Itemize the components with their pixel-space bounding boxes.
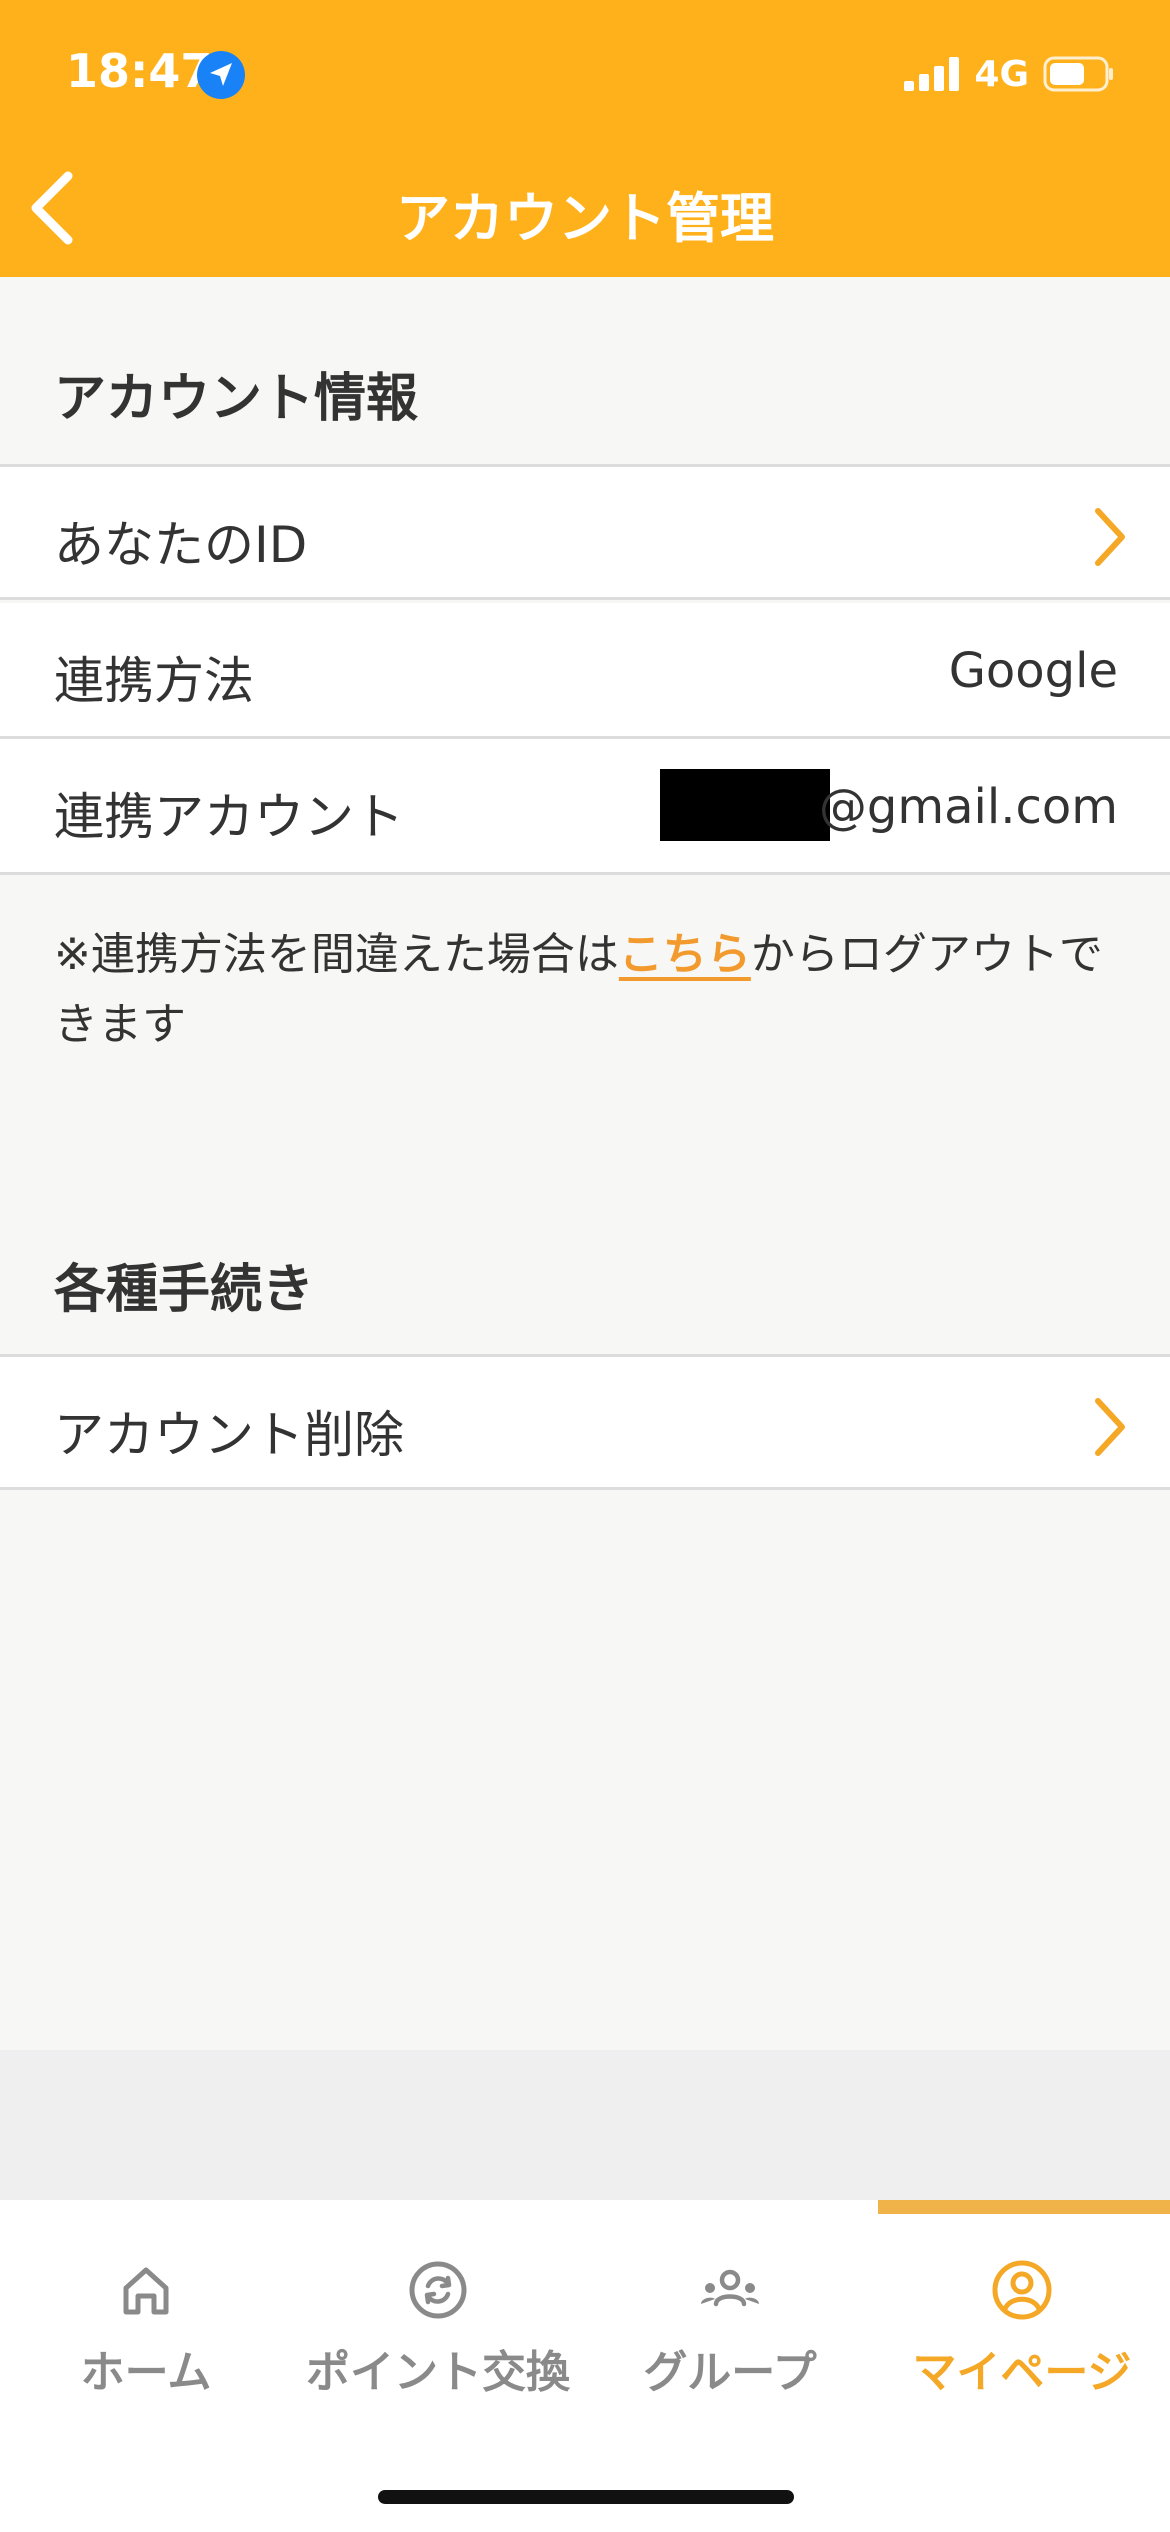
section-title-procedures: 各種手続き <box>54 1260 315 1320</box>
section-title-account-info: アカウント情報 <box>54 369 419 429</box>
row-link-method: 連携方法 Google <box>0 603 1170 739</box>
chevron-right-icon <box>1095 1398 1125 1456</box>
user-icon <box>992 2260 1052 2320</box>
note-text-before: ※連携方法を間違えた場合は <box>54 929 619 980</box>
battery-icon <box>1043 56 1113 92</box>
exchange-icon <box>409 2261 467 2319</box>
row-delete-account[interactable]: アカウント削除 <box>0 1354 1170 1490</box>
row-label: アカウント削除 <box>54 1406 404 1464</box>
tab-point-exchange[interactable]: ポイント交換 <box>292 2258 584 2400</box>
header-bar <box>0 0 1170 277</box>
tab-label: グループ <box>643 2347 817 2398</box>
home-indicator <box>378 2490 794 2504</box>
row-label: 連携方法 <box>54 652 254 710</box>
redacted-block <box>660 769 830 841</box>
status-right: 4G <box>904 52 1115 96</box>
back-chevron-icon[interactable] <box>22 168 82 248</box>
chevron-right-icon <box>1095 508 1125 566</box>
location-arrow-icon <box>197 51 245 99</box>
row-label: あなたのID <box>54 516 308 574</box>
tab-label: マイページ <box>912 2347 1132 2398</box>
logout-link[interactable]: こちら <box>619 929 751 980</box>
network-type: 4G <box>974 53 1029 95</box>
linked-account-value: @gmail.com <box>818 779 1118 835</box>
active-tab-indicator <box>878 2200 1170 2214</box>
link-method-value: Google <box>948 643 1118 699</box>
logout-note: ※連携方法を間違えた場合はこちらからログアウトできます <box>54 920 1134 1060</box>
group-icon <box>701 2269 759 2307</box>
content-footer-band <box>0 2050 1170 2200</box>
row-linked-account: 連携アカウント @gmail.com <box>0 739 1170 875</box>
home-icon <box>123 2267 169 2315</box>
row-your-id[interactable]: あなたのID <box>0 464 1170 600</box>
tab-label: ポイント交換 <box>306 2347 570 2398</box>
row-label: 連携アカウント <box>54 788 404 846</box>
tab-home[interactable]: ホーム <box>0 2258 292 2400</box>
status-time: 18:47 <box>66 44 213 98</box>
tab-label: ホーム <box>80 2347 212 2398</box>
tab-group[interactable]: グループ <box>584 2258 876 2400</box>
signal-icon <box>904 57 960 91</box>
tab-mypage[interactable]: マイページ <box>876 2258 1168 2400</box>
